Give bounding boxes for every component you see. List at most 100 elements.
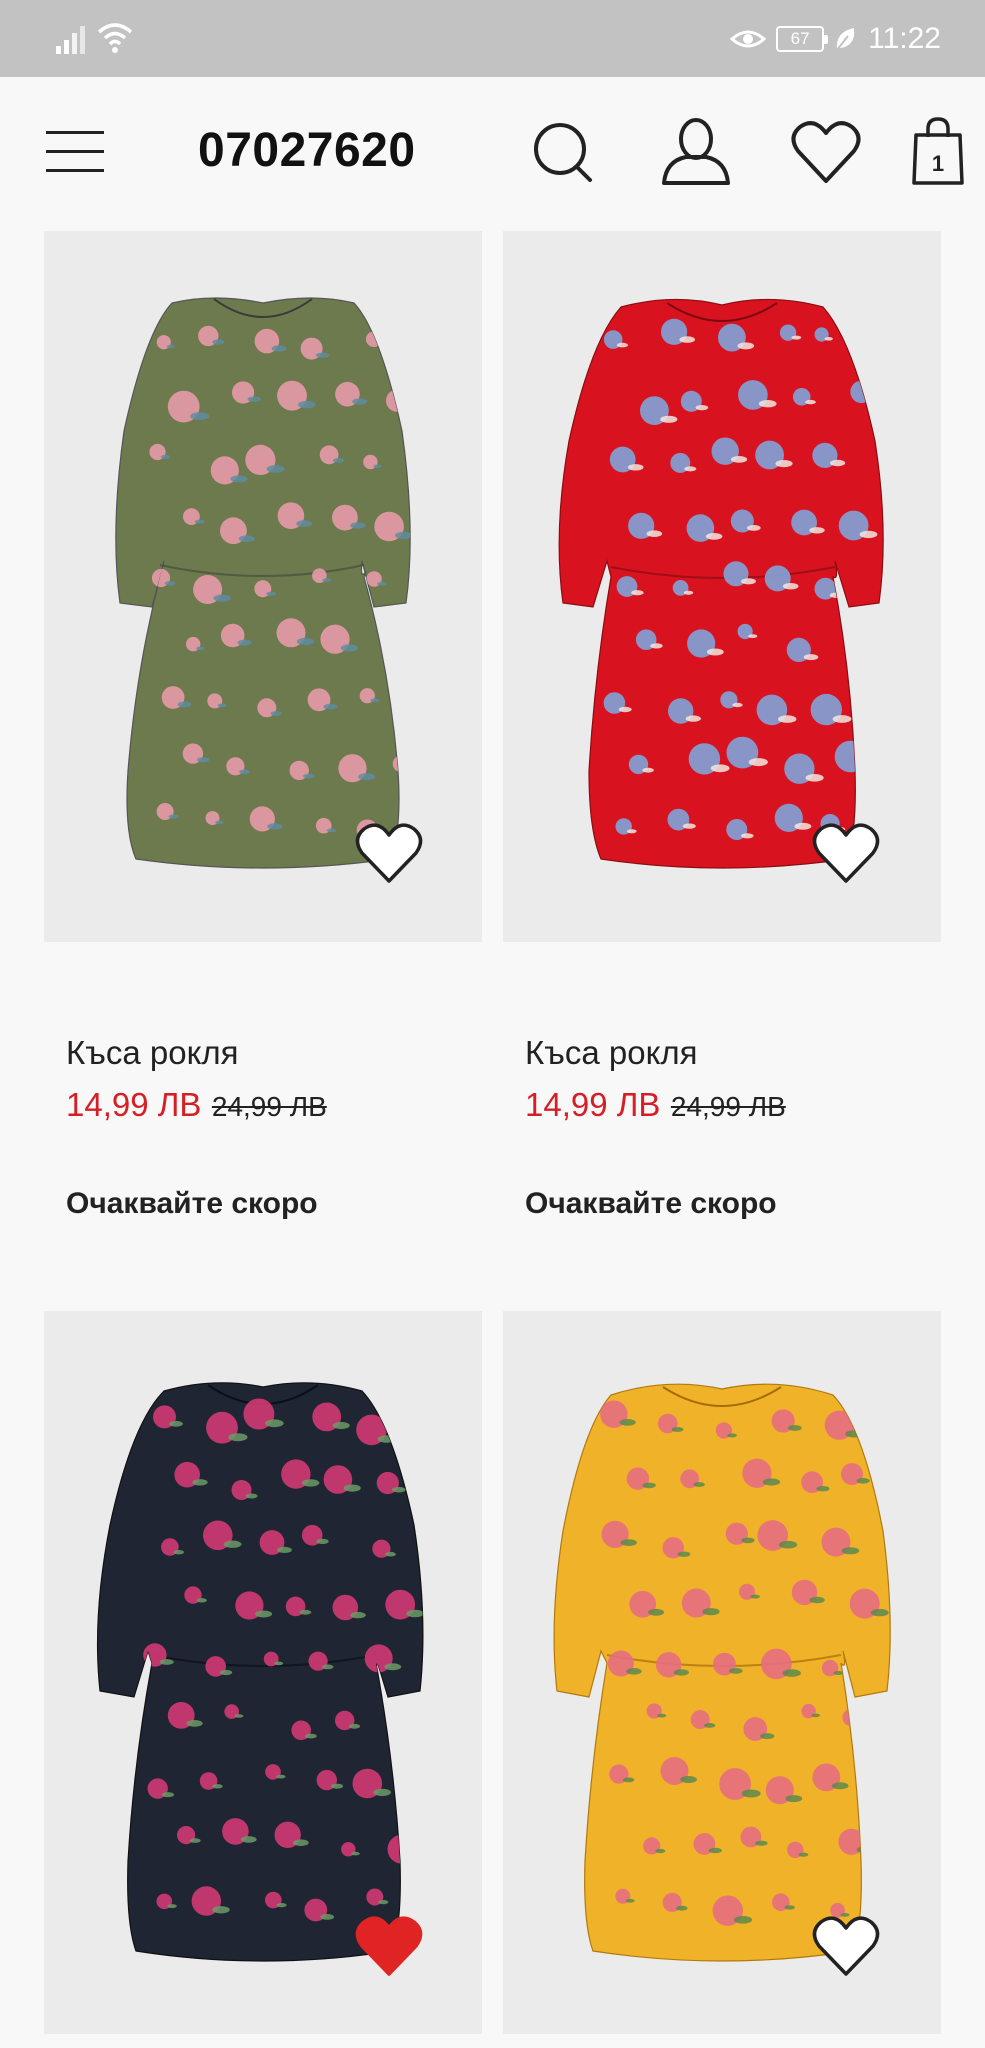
- product-image[interactable]: [503, 1311, 941, 2034]
- print-leaf: [274, 1661, 284, 1666]
- print-flower: [366, 331, 382, 347]
- print-leaf: [192, 1479, 208, 1486]
- print-leaf: [322, 578, 332, 582]
- print-leaf: [212, 1784, 223, 1789]
- print-leaf: [758, 400, 777, 408]
- print-leaf: [704, 1723, 716, 1728]
- print-leaf: [710, 764, 730, 773]
- wishlist-heart-icon[interactable]: [790, 117, 862, 187]
- print-leaf: [830, 459, 846, 467]
- availability-status: Очаквайте скоро: [66, 1187, 318, 1220]
- menu-line: [46, 131, 104, 134]
- account-icon[interactable]: [660, 117, 732, 187]
- print-leaf: [167, 1904, 177, 1909]
- print-leaf: [785, 1795, 803, 1803]
- print-leaf: [702, 1608, 720, 1616]
- original-price: 24,99 ЛВ: [211, 1091, 327, 1122]
- print-leaf: [223, 1540, 242, 1548]
- print-leaf: [407, 1854, 423, 1862]
- print-leaf: [296, 520, 313, 527]
- menu-button[interactable]: [46, 129, 106, 175]
- product-name[interactable]: Къса рокля: [525, 1034, 698, 1072]
- print-leaf: [833, 1671, 844, 1675]
- print-leaf: [385, 1551, 396, 1557]
- print-leaf: [741, 578, 756, 585]
- print-leaf: [798, 1852, 809, 1857]
- print-leaf: [343, 1484, 361, 1492]
- product-image[interactable]: [503, 231, 941, 942]
- print-leaf: [299, 1609, 312, 1615]
- print-flower: [850, 380, 873, 404]
- print-leaf: [166, 344, 176, 349]
- print-leaf: [212, 1906, 230, 1914]
- print-leaf: [775, 460, 793, 468]
- print-leaf: [190, 412, 210, 421]
- print-leaf: [376, 341, 387, 346]
- search-icon[interactable]: [532, 117, 594, 187]
- print-leaf: [625, 1898, 635, 1903]
- print-leaf: [626, 829, 637, 834]
- print-leaf: [859, 530, 878, 539]
- print-leaf: [854, 1720, 865, 1725]
- sale-price: 14,99 ЛВ: [66, 1086, 202, 1123]
- print-leaf: [642, 1482, 656, 1489]
- print-leaf: [370, 698, 380, 703]
- print-leaf: [870, 1608, 889, 1617]
- print-leaf: [332, 1421, 350, 1430]
- print-leaf: [239, 769, 250, 775]
- print-leaf: [622, 1777, 635, 1783]
- product-image[interactable]: [44, 231, 482, 942]
- print-leaf: [791, 335, 802, 340]
- print-leaf: [741, 1789, 761, 1798]
- print-leaf: [682, 823, 696, 829]
- print-leaf: [856, 1478, 870, 1484]
- print-leaf: [265, 1419, 284, 1428]
- print-leaf: [760, 1733, 775, 1740]
- print-flower: [392, 755, 410, 772]
- favorite-heart-icon[interactable]: [811, 821, 881, 885]
- print-leaf: [332, 458, 345, 463]
- print-leaf: [159, 1659, 174, 1665]
- print-leaf: [679, 336, 695, 343]
- print-leaf: [803, 654, 819, 661]
- print-leaf: [733, 1916, 753, 1924]
- print-leaf: [730, 456, 748, 463]
- print-leaf: [303, 773, 315, 779]
- print-leaf: [271, 345, 287, 352]
- print-leaf: [809, 527, 825, 534]
- print-leaf: [270, 711, 282, 716]
- print-leaf: [194, 519, 205, 524]
- print-leaf: [315, 352, 330, 358]
- page-title: 07027620: [198, 124, 416, 177]
- print-leaf: [373, 1788, 391, 1797]
- favorite-heart-icon[interactable]: [811, 1914, 881, 1978]
- product-name[interactable]: Къса рокля: [66, 1034, 239, 1072]
- eye-comfort-icon: [730, 30, 767, 48]
- print-leaf: [841, 1547, 860, 1555]
- favorite-heart-icon[interactable]: [354, 821, 424, 885]
- print-leaf: [831, 1782, 849, 1790]
- print-leaf: [642, 767, 654, 773]
- print-leaf: [373, 464, 382, 469]
- favorite-heart-icon[interactable]: [354, 1914, 424, 1978]
- print-leaf: [762, 1478, 781, 1486]
- power-saving-leaf-icon: [836, 28, 855, 51]
- print-leaf: [832, 715, 852, 723]
- product-image[interactable]: [44, 1311, 482, 2034]
- print-leaf: [404, 766, 411, 771]
- print-leaf: [392, 1486, 406, 1493]
- print-leaf: [695, 405, 709, 411]
- print-leaf: [217, 703, 227, 708]
- clock: 11:22: [868, 22, 941, 55]
- print-leaf: [620, 1539, 637, 1546]
- print-leaf: [657, 1713, 667, 1718]
- print-leaf: [648, 1608, 665, 1616]
- print-flower: [387, 1834, 417, 1864]
- shopping-bag-icon[interactable]: 1: [910, 117, 966, 187]
- print-leaf: [401, 404, 411, 411]
- print-leaf: [746, 525, 761, 531]
- print-leaf: [683, 590, 694, 595]
- print-leaf: [693, 1482, 705, 1487]
- sale-price: 14,99 ЛВ: [525, 1086, 661, 1123]
- print-flower: [834, 740, 867, 773]
